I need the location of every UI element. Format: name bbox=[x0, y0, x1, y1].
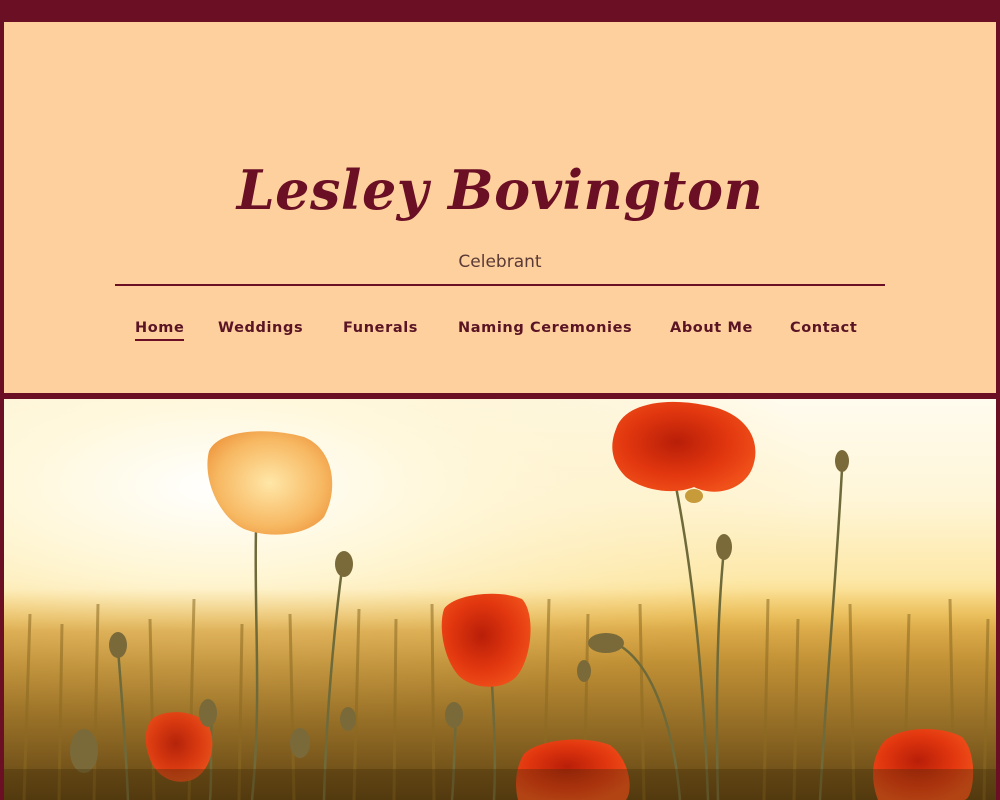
main-navigation: Home Weddings Funerals Naming Ceremonies… bbox=[4, 318, 996, 342]
poppy-bud bbox=[685, 489, 703, 503]
nav-item-contact[interactable]: Contact bbox=[790, 318, 857, 338]
foreground-shadow bbox=[4, 769, 996, 800]
nav-item-home[interactable]: Home bbox=[135, 318, 185, 341]
page: Lesley Bovington Celebrant Home Weddings… bbox=[0, 0, 1000, 800]
nav-item-funerals[interactable]: Funerals bbox=[343, 318, 418, 338]
site-subtitle: Celebrant bbox=[458, 252, 542, 272]
header-divider bbox=[115, 284, 885, 286]
hero-image bbox=[4, 399, 996, 800]
nav-item-about-me[interactable]: About Me bbox=[670, 318, 753, 338]
nav-item-naming-ceremonies[interactable]: Naming Ceremonies bbox=[458, 318, 632, 338]
nav-item-weddings[interactable]: Weddings bbox=[218, 318, 303, 338]
site-title[interactable]: Lesley Bovington bbox=[4, 160, 996, 220]
poppy-field-illustration bbox=[4, 399, 996, 800]
site-header: Lesley Bovington Celebrant Home Weddings… bbox=[4, 22, 996, 393]
